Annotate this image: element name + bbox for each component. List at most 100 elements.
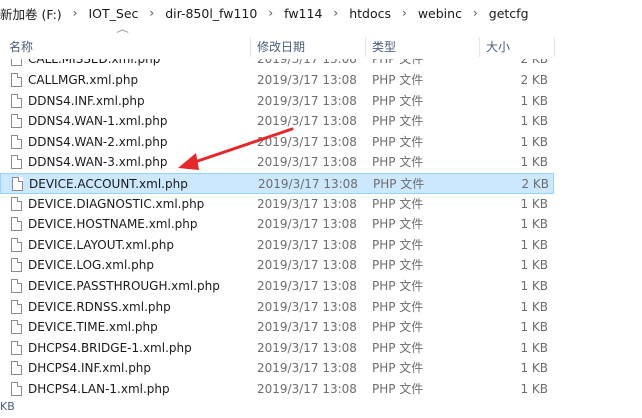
file-name: DHCPS4.INF.xml.php [28, 361, 152, 376]
file-modified: 2019/3/17 13:08 [257, 258, 357, 273]
file-size: 1 KB [520, 134, 548, 149]
chevron-right-icon[interactable]: › [259, 6, 282, 20]
document-icon [11, 382, 22, 396]
file-type: PHP 文件 [372, 196, 424, 211]
column-header-size[interactable]: 大小 [486, 37, 510, 57]
file-modified: 2019/3/17 13:08 [257, 237, 357, 252]
file-size: 1 KB [520, 114, 548, 129]
file-name: DHCPS4.LAN-1.xml.php [28, 382, 170, 396]
file-modified: 2019/3/17 13:08 [257, 382, 357, 396]
file-row[interactable]: DEVICE.HOSTNAME.xml.php 2019/3/17 13:08 PH… [0, 214, 554, 235]
column-header-name[interactable]: 名称 [9, 37, 33, 57]
column-divider[interactable] [365, 37, 366, 57]
document-icon [11, 93, 22, 108]
document-icon [11, 73, 22, 87]
file-modified: 2019/3/17 13:08 [257, 361, 357, 376]
file-type: PHP 文件 [372, 340, 424, 355]
file-row[interactable]: DDNS4.WAN-3.xml.php 2019/3/17 13:08 PHP 文件… [0, 152, 554, 173]
file-row[interactable]: DEVICE.RDNSS.xml.php 2019/3/17 13:08 PHP 文… [0, 297, 554, 318]
document-icon [11, 217, 22, 232]
chevron-right-icon[interactable]: › [64, 6, 87, 20]
document-icon [11, 114, 22, 129]
file-size: 1 KB [520, 217, 548, 232]
chevron-right-icon[interactable]: › [464, 6, 487, 20]
file-size: 1 KB [520, 258, 548, 273]
file-name: DEVICE.DIAGNOSTIC.xml.php [28, 196, 205, 211]
file-row[interactable]: DHCPS4.INF.xml.php 2019/3/17 13:08 PHP 文件 1… [0, 358, 554, 379]
sort-up-icon: ︿ [116, 25, 129, 35]
file-size: 2 KB [521, 177, 549, 191]
breadcrumb-item-getcfg[interactable]: getcfg [487, 6, 531, 21]
file-modified: 2019/3/17 13:08 [257, 114, 357, 129]
file-name: CALLMGR.xml.php [28, 73, 139, 87]
chevron-right-icon[interactable]: › [393, 6, 416, 20]
file-row[interactable]: DEVICE.DIAGNOSTIC.xml.php 2019/3/17 13:08… [0, 194, 554, 215]
breadcrumb-item-htdocs[interactable]: htdocs [347, 6, 393, 21]
file-explorer: 新加卷 (F:) › IOT_Sec › dir-850l_fw110 › fw… [0, 0, 642, 418]
file-size: 1 KB [520, 93, 548, 108]
file-name: DEVICE.RDNSS.xml.php [28, 299, 171, 314]
document-icon [11, 258, 22, 273]
file-row[interactable]: DEVICE.PASSTHROUGH.xml.php 2019/3/17 13:0… [0, 276, 554, 297]
file-row[interactable]: DHCPS4.BRIDGE-1.xml.php 2019/3/17 13:08 PH… [0, 338, 554, 359]
breadcrumb-item-fw114[interactable]: fw114 [282, 6, 324, 21]
file-modified: 2019/3/17 13:08 [257, 155, 357, 170]
file-row[interactable]: DDNS4.INF.xml.php 2019/3/17 13:08 PHP 文件 1 … [0, 91, 554, 112]
file-list: CALL.MISSED.xml.php 2019/3/17 13:08 PHP … [0, 59, 642, 399]
document-icon [11, 134, 22, 149]
file-type: PHP 文件 [372, 217, 424, 232]
document-icon [11, 299, 22, 314]
file-type: PHP 文件 [372, 382, 424, 396]
file-type: PHP 文件 [372, 155, 424, 170]
file-row[interactable]: DHCPS4.LAN-1.xml.php 2019/3/17 13:08 PHP 文… [0, 379, 554, 399]
file-row[interactable]: DDNS4.WAN-1.xml.php 2019/3/17 13:08 PHP 文件… [0, 111, 554, 132]
file-modified: 2019/3/17 13:08 [257, 196, 357, 211]
chevron-right-icon[interactable]: › [324, 6, 347, 20]
file-row[interactable]: DEVICE.TIME.xml.php 2019/3/17 13:08 PHP 文件… [0, 317, 554, 338]
breadcrumb-item-firmware[interactable]: dir-850l_fw110 [163, 6, 259, 21]
column-header-modified[interactable]: 修改日期 [257, 37, 305, 57]
file-name: DDNS4.INF.xml.php [28, 93, 145, 108]
file-name: DHCPS4.BRIDGE-1.xml.php [28, 340, 192, 355]
file-name: DDNS4.WAN-1.xml.php [28, 114, 168, 129]
file-row[interactable]: CALL.MISSED.xml.php 2019/3/17 13:08 PHP … [0, 59, 554, 70]
file-name: DEVICE.ACCOUNT.xml.php [29, 177, 188, 191]
file-size: 1 KB [520, 340, 548, 355]
file-row-selected[interactable]: DEVICE.ACCOUNT.xml.php 2019/3/17 13:08 PHP… [0, 173, 554, 194]
file-size: 1 KB [520, 382, 548, 396]
column-divider[interactable] [250, 37, 251, 57]
column-header-type[interactable]: 类型 [372, 37, 396, 57]
file-type: PHP 文件 [373, 177, 425, 191]
file-size: 1 KB [520, 155, 548, 170]
file-name: DDNS4.WAN-3.xml.php [28, 155, 168, 170]
document-icon [12, 177, 23, 191]
document-icon [11, 59, 22, 66]
file-row[interactable]: DEVICE.LOG.xml.php 2019/3/17 13:08 PHP 文件 1… [0, 255, 554, 276]
breadcrumb-item-drive[interactable]: 新加卷 (F:) [0, 4, 64, 23]
file-modified: 2019/3/17 13:08 [257, 93, 357, 108]
file-type: PHP 文件 [372, 320, 424, 335]
file-row[interactable]: DDNS4.WAN-2.xml.php 2019/3/17 13:08 PHP 文件… [0, 132, 554, 153]
breadcrumb-item-iot-sec[interactable]: IOT_Sec [86, 6, 140, 21]
file-type: PHP 文件 [372, 258, 424, 273]
file-type: PHP 文件 [372, 93, 424, 108]
file-name: DEVICE.PASSTHROUGH.xml.php [28, 279, 220, 293]
file-name: DEVICE.LOG.xml.php [28, 258, 154, 273]
chevron-right-icon[interactable]: › [140, 6, 163, 20]
breadcrumb: 新加卷 (F:) › IOT_Sec › dir-850l_fw110 › fw… [0, 0, 642, 26]
file-row[interactable]: DEVICE.LAYOUT.xml.php 2019/3/17 13:08 PHP … [0, 235, 554, 256]
file-modified: 2019/3/17 13:08 [258, 177, 358, 191]
breadcrumb-item-webinc[interactable]: webinc [416, 6, 464, 21]
document-icon [11, 320, 22, 335]
file-row[interactable]: CALLMGR.xml.php 2019/3/17 13:08 PHP 文件 2 KB [0, 70, 554, 91]
file-type: PHP 文件 [372, 361, 424, 376]
file-type: PHP 文件 [372, 299, 424, 314]
file-size: 1 KB [520, 299, 548, 314]
file-type: PHP 文件 [372, 114, 424, 129]
document-icon [11, 361, 22, 376]
column-divider[interactable] [479, 37, 480, 57]
file-type: PHP 文件 [372, 59, 424, 66]
document-icon [11, 196, 22, 211]
column-divider[interactable] [554, 37, 555, 57]
file-size: 1 KB [520, 320, 548, 335]
